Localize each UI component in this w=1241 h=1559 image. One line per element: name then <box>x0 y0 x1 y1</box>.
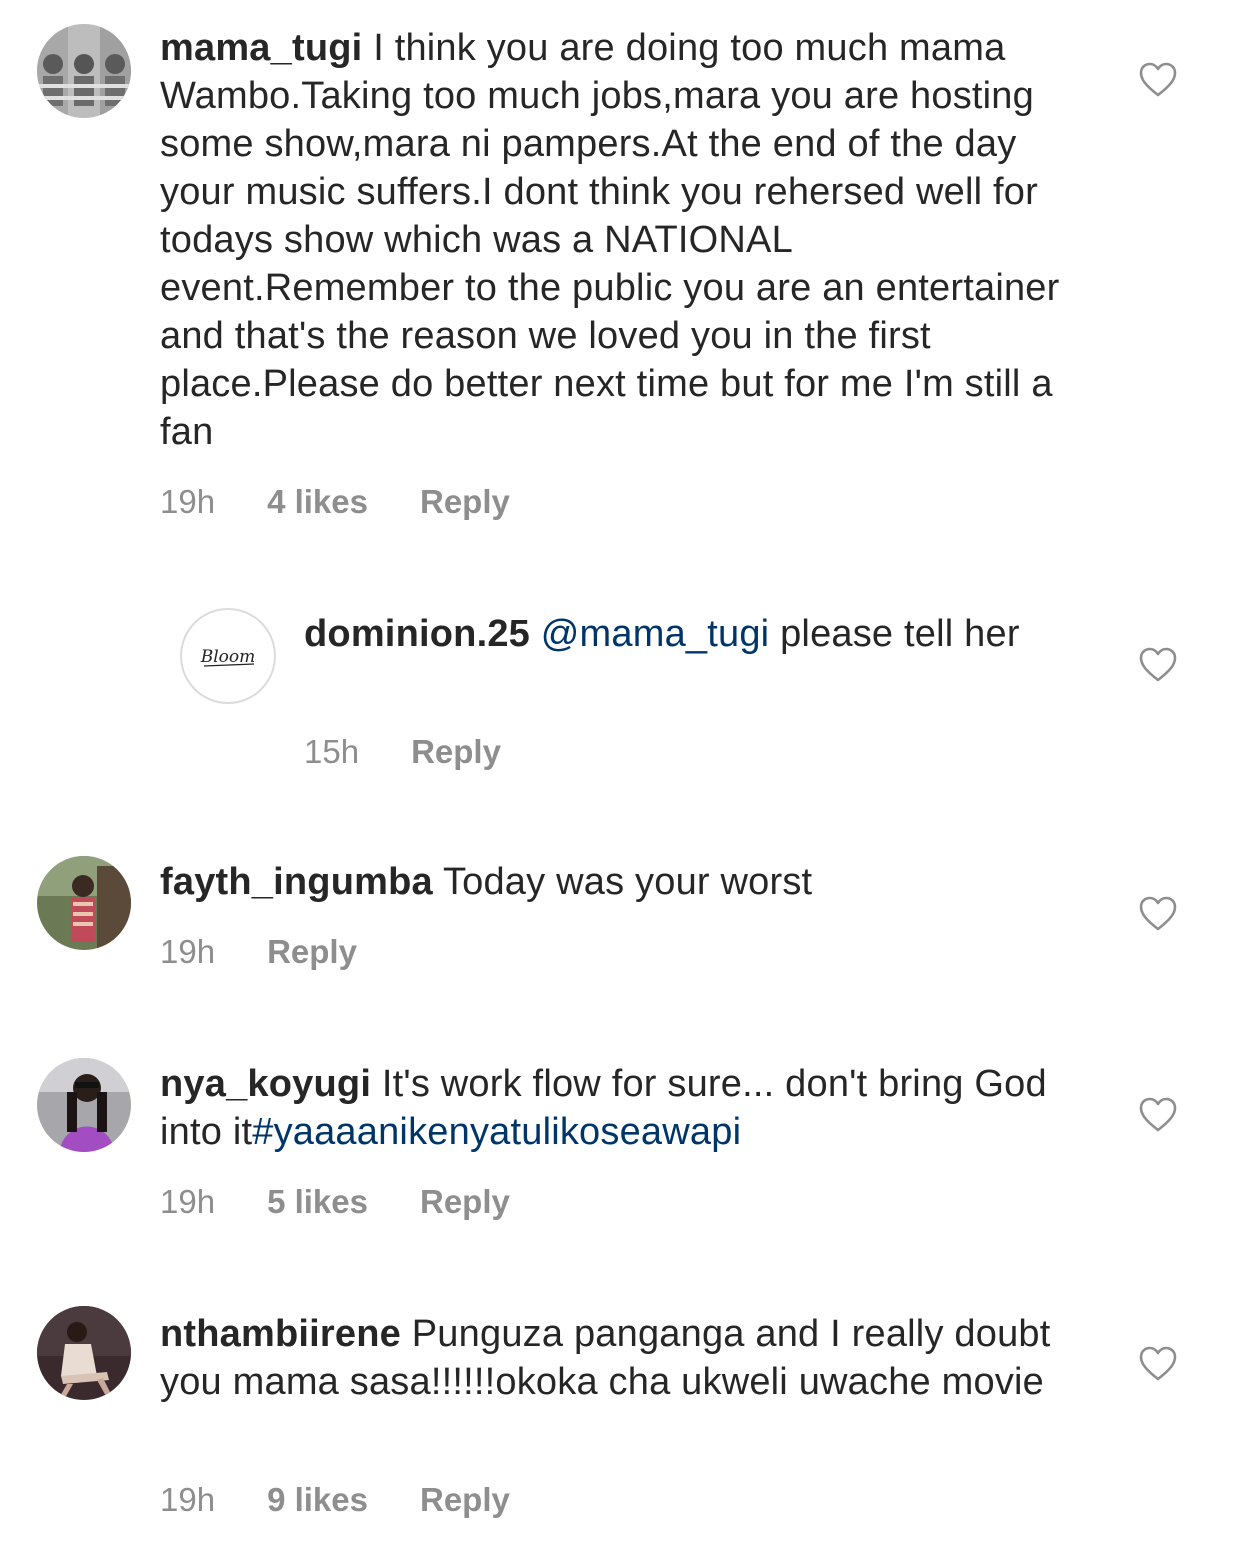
comment-meta: 15h Reply <box>304 732 501 772</box>
heart-outline-icon[interactable] <box>1139 1346 1177 1382</box>
comment-username[interactable]: nthambiirene <box>160 1313 401 1355</box>
comment-username[interactable]: fayth_ingumba <box>160 861 433 903</box>
comment-text: nthambiirene Punguza panganga and I real… <box>160 1310 1090 1406</box>
heart-outline-icon[interactable] <box>1139 62 1177 98</box>
comment-item: fayth_ingumba Today was your worst 19h Re… <box>0 850 1241 1010</box>
comment-item: nthambiirene Punguza panganga and I real… <box>0 1300 1241 1559</box>
comment-mention[interactable]: @mama_tugi <box>541 613 770 655</box>
avatar[interactable]: Bloom <box>180 608 276 704</box>
comment-body: Today was your worst <box>442 861 813 903</box>
reply-button[interactable]: Reply <box>411 732 501 772</box>
comment-likes[interactable]: 5 likes <box>267 1182 368 1222</box>
avatar[interactable] <box>37 1058 131 1152</box>
comment-time: 19h <box>160 483 216 520</box>
comment-meta: 19h Reply <box>160 932 357 972</box>
comment-body: please tell her <box>780 613 1020 655</box>
comment-body: I think you are doing too much mama Wamb… <box>160 27 1060 453</box>
avatar[interactable] <box>37 24 131 118</box>
comment-time: 19h <box>160 1481 216 1518</box>
heart-outline-icon[interactable] <box>1139 896 1177 932</box>
reply-button[interactable]: Reply <box>267 932 357 972</box>
heart-outline-icon[interactable] <box>1139 1097 1177 1133</box>
comment-meta: 19h 9 likes Reply <box>160 1480 510 1520</box>
reply-button[interactable]: Reply <box>420 482 510 522</box>
reply-button[interactable]: Reply <box>420 1480 510 1520</box>
comment-text: fayth_ingumba Today was your worst <box>160 858 1090 906</box>
comment-meta: 19h 5 likes Reply <box>160 1182 510 1222</box>
comment-username[interactable]: nya_koyugi <box>160 1063 371 1105</box>
comment-time: 19h <box>160 1183 216 1220</box>
comment-text: dominion.25 @mama_tugi please tell her <box>304 610 1064 658</box>
avatar[interactable] <box>37 1306 131 1400</box>
comment-meta: 19h 4 likes Reply <box>160 482 510 522</box>
comment-hashtag[interactable]: #yaaaanikenyatulikoseawapi <box>252 1111 741 1153</box>
comment-likes[interactable]: 4 likes <box>267 482 368 522</box>
comment-item: nya_koyugi It's work flow for sure... do… <box>0 1050 1241 1250</box>
reply-comment-item: Bloom dominion.25 @mama_tugi please tell… <box>0 600 1241 800</box>
comment-text: mama_tugi I think you are doing too much… <box>160 24 1090 456</box>
avatar[interactable] <box>37 856 131 950</box>
comment-text: nya_koyugi It's work flow for sure... do… <box>160 1060 1090 1156</box>
comment-username[interactable]: dominion.25 <box>304 613 530 655</box>
comment-time: 19h <box>160 933 216 970</box>
reply-button[interactable]: Reply <box>420 1182 510 1222</box>
comment-item: mama_tugi I think you are doing too much… <box>0 0 1241 560</box>
heart-outline-icon[interactable] <box>1139 647 1177 683</box>
comment-likes[interactable]: 9 likes <box>267 1480 368 1520</box>
comment-time: 15h <box>304 733 360 770</box>
comment-username[interactable]: mama_tugi <box>160 27 362 69</box>
